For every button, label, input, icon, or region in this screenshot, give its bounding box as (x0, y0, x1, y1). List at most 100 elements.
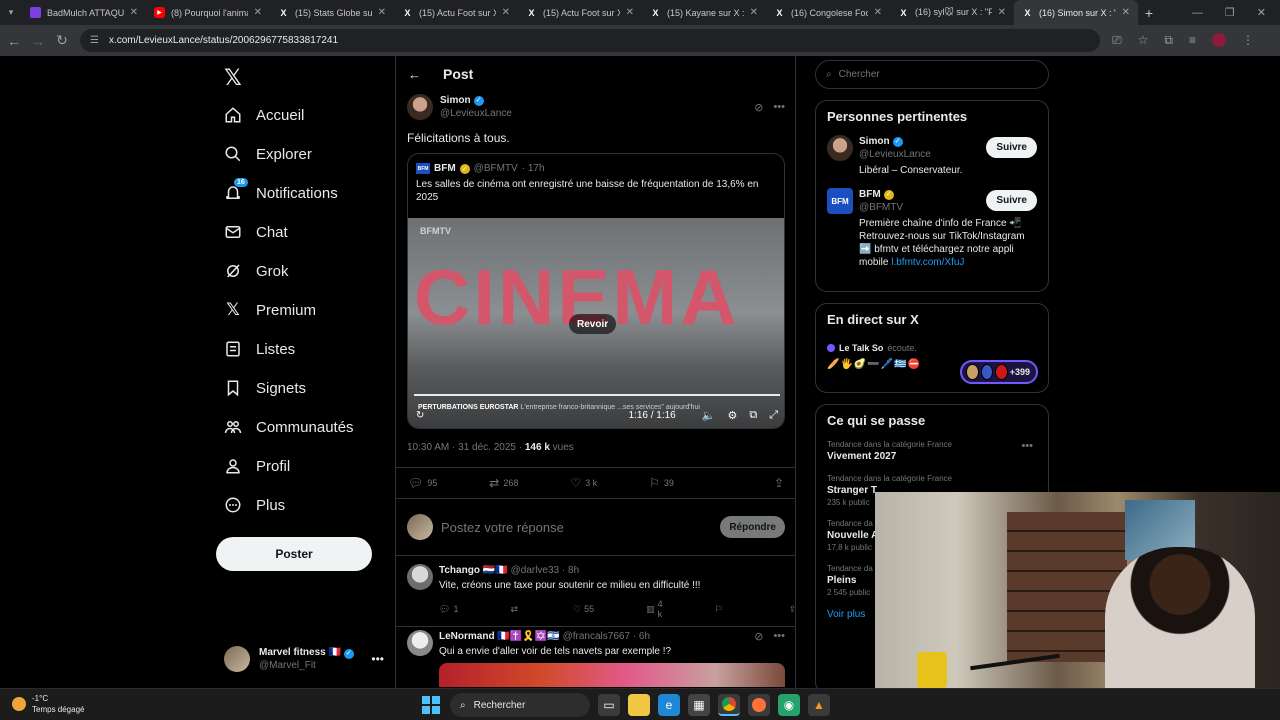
grok-icon[interactable]: ⊘ (754, 101, 763, 114)
reply-action[interactable]: 💬︎ 95 (408, 476, 437, 490)
profile-avatar-icon[interactable] (1211, 33, 1226, 47)
video-progress-bar[interactable] (414, 394, 780, 396)
volume-icon[interactable]: 🔈 (702, 409, 716, 422)
nav-item-home[interactable]: Accueil (224, 103, 304, 127)
bookmark-action[interactable]: ⚐ 39 (649, 476, 674, 490)
video-player[interactable]: BFMTV CINEMA Revoir PERTURBATIONS EUROST… (408, 218, 784, 428)
avatar[interactable] (407, 630, 433, 656)
bookmark-star-icon[interactable]: ☆ (1138, 33, 1149, 48)
close-tab-icon[interactable]: ✕ (1122, 7, 1130, 18)
file-explorer-icon[interactable] (628, 694, 650, 716)
browser-tab-active[interactable]: X(16) Simon sur X : "Fé✕ (1014, 0, 1138, 25)
avatar[interactable] (827, 135, 853, 161)
close-tab-icon[interactable]: ✕ (750, 7, 758, 18)
grok-icon[interactable]: ⊘ (754, 630, 763, 643)
url-field[interactable]: ☰ x.com/LevieuxLance/status/200629677583… (80, 29, 1100, 52)
windows-start-icon[interactable] (420, 694, 442, 716)
taskbar-search[interactable]: ⌕ Rechercher (450, 693, 590, 717)
author-handle[interactable]: @LevieuxLance (440, 107, 512, 120)
live-space-info[interactable]: Le Talk So écoute. (827, 343, 1037, 353)
close-tab-icon[interactable]: ✕ (130, 7, 138, 18)
reply-media[interactable] (439, 663, 785, 687)
author-name[interactable]: Simon ✓ (440, 94, 512, 107)
extensions-icon[interactable]: ⧉ (1164, 33, 1173, 48)
close-window-icon[interactable]: ✕ (1257, 6, 1266, 19)
reply-input[interactable]: Postez votre réponse (441, 520, 564, 535)
ellipsis-icon[interactable]: ••• (773, 630, 785, 643)
replay-icon[interactable]: ↻ (416, 410, 424, 421)
chrome-icon[interactable] (718, 694, 740, 716)
like-action[interactable]: ♡ 55 (573, 604, 594, 615)
nav-item-lists[interactable]: Listes (224, 337, 295, 361)
back-arrow-icon[interactable]: ← (408, 67, 421, 82)
follow-button[interactable]: Suivre (986, 137, 1037, 158)
new-tab-button[interactable]: + (1138, 5, 1160, 21)
avatar[interactable] (407, 94, 433, 120)
settings-icon[interactable]: ⚙ (727, 409, 737, 422)
reload-icon[interactable]: ↻ (50, 32, 74, 49)
close-tab-icon[interactable]: ✕ (254, 7, 262, 18)
browser-menu-icon[interactable]: ⋮ (1242, 33, 1254, 48)
task-view-icon[interactable]: ▭ (598, 694, 620, 716)
replay-button[interactable]: Revoir (569, 314, 617, 334)
share-action[interactable]: ⇪ (774, 476, 784, 490)
reply-button[interactable]: Répondre (720, 516, 785, 538)
browser-tab[interactable]: X(15) Stats Globe sur X✕ (270, 0, 394, 25)
close-tab-icon[interactable]: ✕ (874, 7, 882, 18)
nav-item-profile[interactable]: Profil (224, 454, 290, 478)
vlc-icon[interactable]: ▲ (808, 694, 830, 716)
browser-tab[interactable]: BadMulch ATTAQUÉ ✕ (22, 0, 146, 25)
post-button[interactable]: Poster (216, 537, 372, 571)
x-logo-icon[interactable]: 𝕏 (224, 65, 242, 91)
quoted-post[interactable]: BFM BFM ✓ @BFMTV · 17h Les salles de cin… (407, 153, 785, 429)
avatar[interactable] (407, 564, 433, 590)
tab-search-icon[interactable]: ▾ (0, 7, 22, 18)
views-action[interactable]: ▥ 4 k (646, 599, 663, 619)
bfm-logo-icon[interactable]: BFM (827, 188, 853, 214)
reply-action[interactable]: 💬︎ 1 (439, 604, 458, 615)
browser-tab[interactable]: X (15) Actu Foot sur X ✕ (518, 0, 642, 25)
bio-link[interactable]: l.bfmtv.com/XfuJ (891, 257, 964, 268)
browser-tab[interactable]: X (16) syl🐭 sur X : "Fa ✕ (890, 0, 1014, 25)
media-controls-icon[interactable]: ≡ (1189, 33, 1196, 48)
maximize-icon[interactable]: ❐ (1225, 6, 1235, 19)
back-icon[interactable]: ← (2, 33, 26, 49)
follow-button[interactable]: Suivre (986, 190, 1037, 211)
repost-action[interactable]: ⇄ (510, 604, 521, 615)
browser-tab[interactable]: X (15) Actu Foot sur X ✕ (394, 0, 518, 25)
reply-item[interactable]: Tchango 🇳🇱🇫🇷 @darlve33 · 8h ⊘••• Vite, c… (396, 557, 795, 627)
bookmark-icon[interactable]: ⚐ (715, 604, 723, 615)
nav-item-communities[interactable]: Communautés (224, 415, 354, 439)
close-tab-icon[interactable]: ✕ (502, 7, 510, 18)
account-switcher[interactable]: Marvel fitness 🇫🇷 ✓ @Marvel_Fit ••• (224, 644, 384, 674)
nav-item-grok[interactable]: Grok (224, 259, 289, 283)
reply-author-name[interactable]: LeNormand 🇫🇷✝️🎗️✡️🇮🇱 (439, 631, 560, 642)
browser-tab[interactable]: X(16) Congolese Footb✕ (766, 0, 890, 25)
firefox-icon[interactable] (748, 694, 770, 716)
browser-tab[interactable]: X(15) Kayane sur X : "C✕ (642, 0, 766, 25)
app-icon[interactable]: ◉ (778, 694, 800, 716)
close-tab-icon[interactable]: ✕ (378, 7, 386, 18)
share-icon[interactable]: ⇪ (789, 604, 795, 615)
popout-icon[interactable]: ⧉ (749, 409, 757, 422)
nav-item-explore[interactable]: Explorer (224, 142, 312, 166)
person-item[interactable]: Simon ✓ @LevieuxLance Libéral – Conservat… (827, 135, 1037, 177)
minimize-icon[interactable]: — (1192, 7, 1203, 19)
person-item[interactable]: BFM BFM ✓ @BFMTV Première chaîne d'info d… (827, 188, 1037, 269)
nav-item-chat[interactable]: Chat (224, 220, 288, 244)
ellipsis-icon[interactable]: ••• (773, 101, 785, 114)
nav-item-notifications[interactable]: 16 Notifications (224, 178, 338, 205)
reply-author-name[interactable]: Tchango 🇳🇱🇫🇷 (439, 565, 508, 576)
close-tab-icon[interactable]: ✕ (998, 7, 1006, 18)
trend-item[interactable]: Tendance dans la catégorie France Viveme… (827, 440, 1037, 462)
forward-icon[interactable]: → (26, 33, 50, 49)
ellipsis-icon[interactable]: ••• (1021, 440, 1033, 452)
store-icon[interactable]: ▦ (688, 694, 710, 716)
repost-action[interactable]: ⇄ 268 (489, 476, 518, 490)
nav-item-more[interactable]: Plus (224, 493, 285, 517)
edge-icon[interactable]: e (658, 694, 680, 716)
fullscreen-icon[interactable]: ⤢ (769, 409, 778, 422)
nav-item-premium[interactable]: 𝕏 Premium (224, 298, 316, 322)
browser-tab[interactable]: ▶ (8) Pourquoi l'animati ✕ (146, 0, 270, 25)
site-info-icon[interactable]: ☰ (90, 35, 99, 46)
